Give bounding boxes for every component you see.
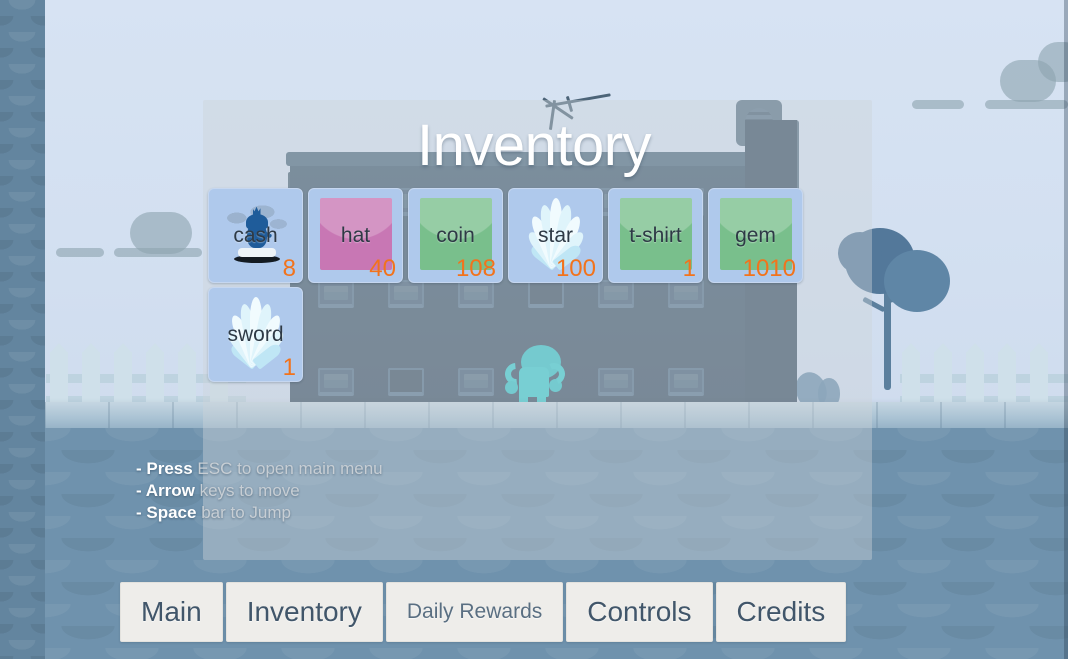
inventory-grid: cash 8 hat 40 coin 108 star 100 t-shirt 1 gem 1010 s…	[208, 188, 818, 382]
inventory-slot-t-shirt[interactable]: t-shirt 1	[608, 188, 703, 283]
slot-item-name: hat	[340, 223, 371, 247]
nav-button-controls[interactable]: Controls	[566, 582, 713, 642]
hint-key: - Space	[136, 503, 197, 522]
slot-item-count: 1010	[742, 255, 796, 282]
hint-text: bar to Jump	[196, 503, 291, 522]
nav-button-daily-rewards[interactable]: Daily Rewards	[385, 582, 564, 642]
slot-item-name: gem	[735, 223, 776, 247]
slot-item-name: star	[537, 223, 573, 247]
slot-item-name: cash	[233, 223, 278, 247]
nav-button-credits[interactable]: Credits	[715, 582, 847, 642]
slot-item-count: 40	[369, 255, 396, 282]
inventory-slot-gem[interactable]: gem 1010	[708, 188, 803, 283]
slot-item-count: 1	[282, 354, 296, 381]
game-screen: Inventory cash 8 hat 40 coin 108 star 100 t-shir…	[0, 0, 1068, 659]
nav-button-inventory[interactable]: Inventory	[225, 582, 383, 642]
hint-line: - Space bar to Jump	[136, 502, 383, 524]
page-title: Inventory	[416, 113, 652, 178]
inventory-slot-sword[interactable]: sword 1	[208, 287, 303, 382]
inventory-slot-hat[interactable]: hat 40	[308, 188, 403, 283]
slot-item-name: coin	[436, 223, 475, 247]
slot-item-name: t-shirt	[629, 223, 682, 247]
hint-text: keys to move	[194, 481, 300, 500]
inventory-slot-star[interactable]: star 100	[508, 188, 603, 283]
hint-key: - Press	[136, 459, 193, 478]
nav-button-main[interactable]: Main	[120, 582, 223, 642]
hint-key: - Arrow	[136, 481, 195, 500]
slot-item-name: sword	[227, 322, 284, 346]
inventory-slot-coin[interactable]: coin 108	[408, 188, 503, 283]
hint-text: ESC to open main menu	[192, 459, 383, 478]
slot-item-count: 100	[555, 255, 596, 282]
hint-line: - Arrow keys to move	[136, 480, 383, 502]
inventory-menu: Inventory cash 8 hat 40 coin 108 star 100 t-shir…	[0, 0, 1068, 659]
controls-hints: - Press ESC to open main menu - Arrow key…	[136, 458, 383, 524]
hint-line: - Press ESC to open main menu	[136, 458, 383, 480]
slot-item-count: 8	[282, 255, 296, 282]
inventory-slot-cash[interactable]: cash 8	[208, 188, 303, 283]
bottom-navigation[interactable]: Main Inventory Daily Rewards Controls Credit…	[120, 582, 847, 642]
slot-item-count: 1	[682, 255, 696, 282]
slot-item-count: 108	[455, 255, 496, 282]
